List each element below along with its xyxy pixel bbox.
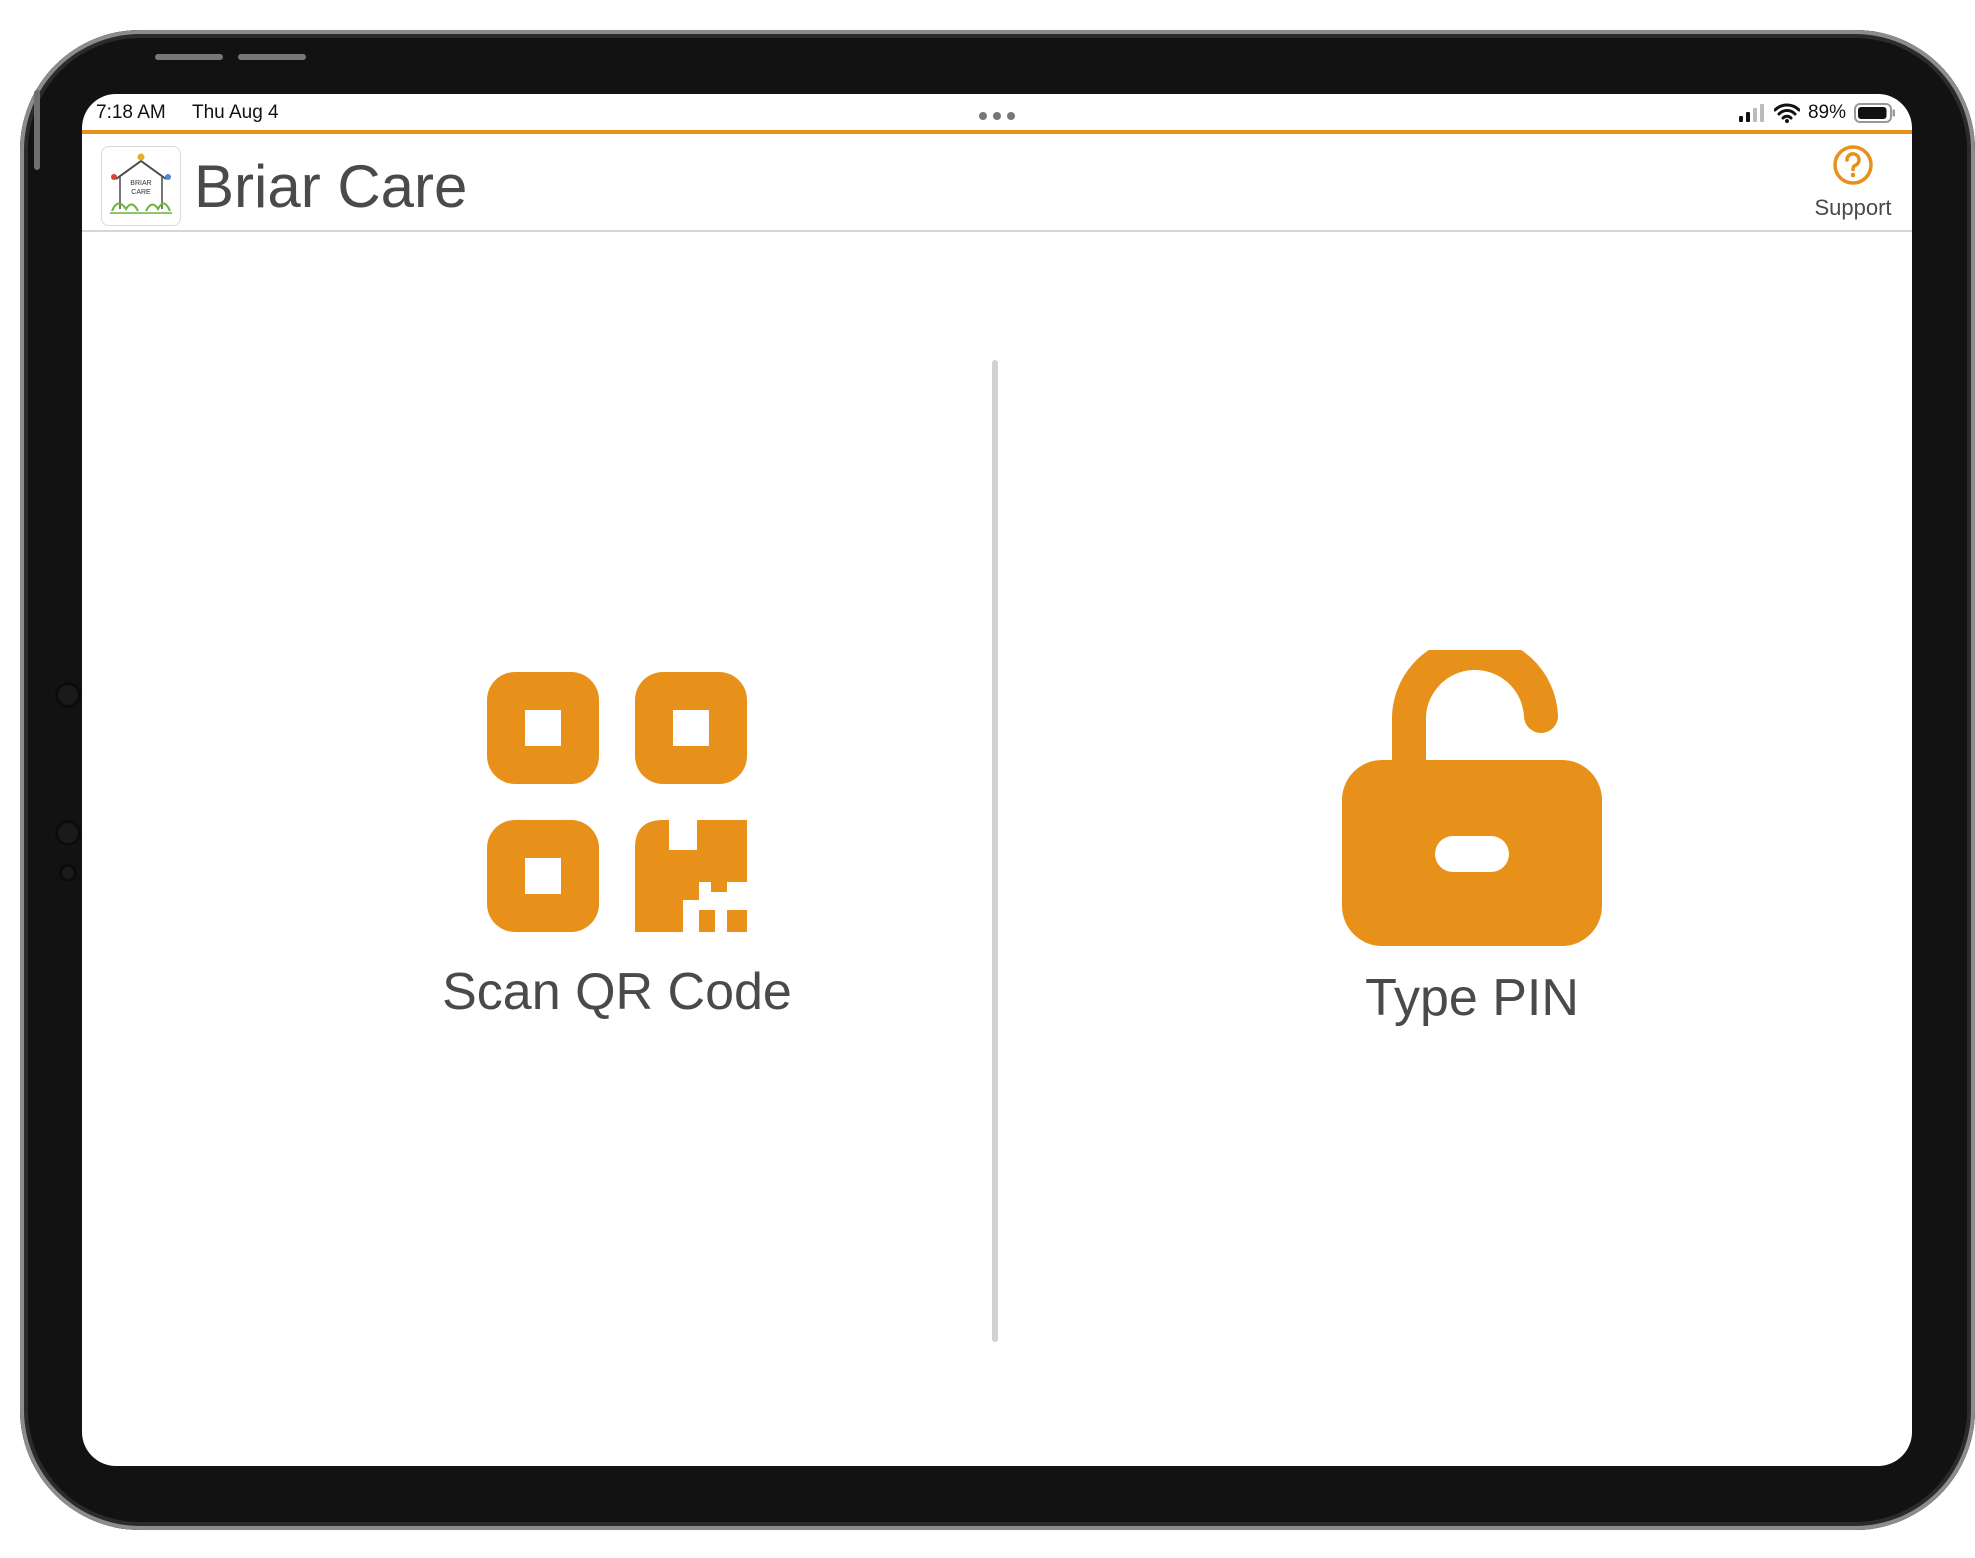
vertical-divider [992, 360, 998, 1342]
app-header: BRIAR CARE Briar Care Support [82, 134, 1912, 232]
support-button[interactable]: Support [1788, 144, 1912, 221]
camera-sensor [55, 820, 81, 846]
status-date: Thu Aug 4 [192, 102, 279, 123]
type-pin-label: Type PIN [1365, 969, 1579, 1027]
support-label: Support [1814, 195, 1892, 220]
camera-sensor [59, 864, 77, 882]
volume-button [238, 54, 306, 60]
tablet-frame: 7:18 AM Thu Aug 4 89% BRIAR CARE Briar C… [20, 30, 1975, 1530]
battery-icon [1854, 103, 1895, 123]
camera-sensor [55, 682, 81, 708]
wifi-icon [1773, 103, 1800, 123]
question-circle-icon [1833, 145, 1873, 185]
status-bar: 7:18 AM Thu Aug 4 89% [82, 94, 1912, 130]
qr-code-icon [487, 672, 747, 932]
signal-icon [1738, 104, 1764, 122]
app-title: Briar Care [194, 153, 468, 220]
volume-button [155, 54, 223, 60]
logo-text: CARE [131, 189, 151, 196]
unlocked-padlock-icon [1342, 650, 1602, 946]
battery-percentage: 89% [1807, 102, 1846, 123]
logo-text: BRIAR [130, 180, 151, 187]
side-button [34, 90, 40, 170]
type-pin-button[interactable]: Type PIN [1212, 650, 1732, 1050]
status-time: 7:18 AM [96, 102, 166, 123]
multitasking-handle[interactable] [979, 112, 1015, 120]
app-logo: BRIAR CARE [101, 146, 181, 226]
scan-qr-code-button[interactable]: Scan QR Code [327, 672, 907, 1052]
screen: 7:18 AM Thu Aug 4 89% BRIAR CARE Briar C… [82, 94, 1912, 1466]
scan-qr-code-label: Scan QR Code [442, 963, 792, 1021]
status-indicators: 89% [1738, 102, 1896, 124]
